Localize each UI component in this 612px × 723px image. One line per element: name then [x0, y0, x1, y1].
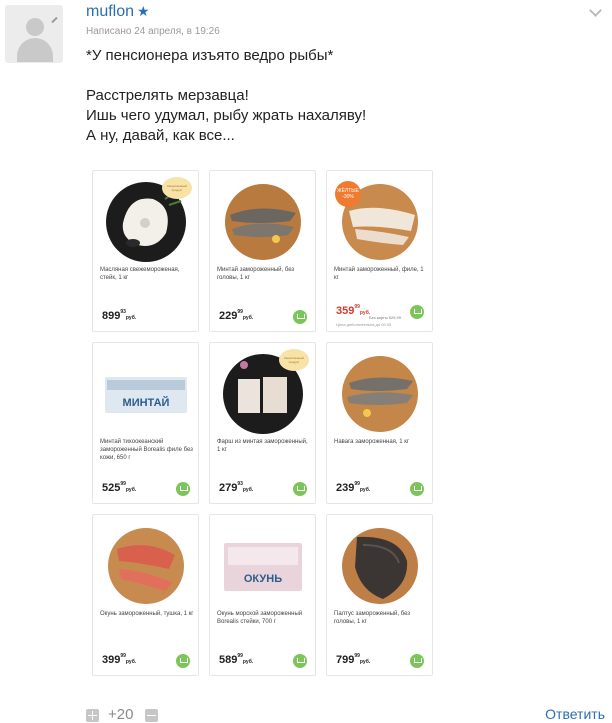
product-card: Минтай замороженный, без головы, 1 кг 22… — [209, 170, 316, 332]
attached-image-product-grid[interactable]: Качественный продукт Масляная свежеморож… — [92, 170, 438, 680]
upvote-button[interactable] — [86, 709, 99, 722]
product-card: Палтус замороженный, без головы, 1 кг 79… — [326, 514, 433, 676]
product-card: Качественный продукт Фарш из минтая замо… — [209, 342, 316, 504]
avatar-placeholder-body — [17, 38, 53, 62]
downvote-button[interactable] — [145, 709, 158, 722]
add-to-cart-icon[interactable] — [176, 654, 190, 668]
quality-tag: Качественный продукт — [279, 349, 309, 371]
product-card: Окунь замороженный, тушка, 1 кг 39999руб… — [92, 514, 199, 676]
add-to-cart-icon[interactable] — [410, 305, 424, 319]
product-name: Минтай тихоокеанский замороженный Boreal… — [100, 439, 193, 461]
product-name: Масляная свежемороженая, стейк, 1 кг — [100, 267, 180, 281]
comment-text: *У пенсионера изъято ведро рыбы* Расстре… — [86, 46, 366, 146]
product-price: 27993руб. — [219, 481, 254, 494]
product-price: 23999руб. — [336, 481, 371, 494]
product-name: Навага замороженная, 1 кг — [334, 439, 410, 445]
svg-text:ОКУНЬ: ОКУНЬ — [244, 573, 282, 585]
product-price: 79999руб. — [336, 653, 371, 666]
edit-avatar-icon[interactable] — [51, 16, 58, 24]
author-name[interactable]: muflon — [86, 3, 134, 20]
product-price: 52599руб. — [102, 481, 137, 494]
product-card: ЖЁЛТЫЕ -30% Минтай замороженный, филе, 1 … — [326, 170, 433, 332]
product-card: МИНТАЙ Минтай тихоокеанский замороженный… — [92, 342, 199, 504]
discount-badge: ЖЁЛТЫЕ -30% — [335, 181, 361, 207]
product-card: Навага замороженная, 1 кг 23999руб. — [326, 342, 433, 504]
perch-fish-image — [108, 528, 184, 604]
halibut-fish-image — [342, 528, 418, 604]
product-name: Окунь морской замороженный Borealis стей… — [217, 611, 303, 625]
add-to-cart-icon[interactable] — [293, 482, 307, 496]
comment-score: +20 — [108, 706, 134, 723]
product-price: 58999руб. — [219, 653, 254, 666]
chevron-down-icon[interactable] — [589, 4, 602, 17]
reply-link[interactable]: Ответить — [545, 706, 605, 722]
product-price: 35999руб. — [336, 304, 371, 317]
star-icon: ★ — [137, 3, 150, 19]
perch-package-image: ОКУНЬ — [224, 543, 302, 591]
old-price: Без карты 529,99 — [369, 315, 401, 320]
svg-text:МИНТАЙ: МИНТАЙ — [123, 396, 170, 409]
comment-line: *У пенсионера изъято ведро рыбы* — [86, 47, 334, 64]
product-name: Минтай замороженный, без головы, 1 кг — [217, 267, 295, 281]
comment-line: А ну, давай, как все... — [86, 127, 235, 144]
pollock-package-image: МИНТАЙ — [105, 377, 187, 413]
avatar-placeholder-head — [26, 18, 44, 36]
add-to-cart-icon[interactable] — [410, 482, 424, 496]
product-card: Качественный продукт Масляная свежеморож… — [92, 170, 199, 332]
product-name: Минтай замороженный, филе, 1 кг — [334, 267, 424, 281]
product-name: Палтус замороженный, без головы, 1 кг — [334, 611, 411, 625]
comment-line: Расстрелять мерзавца! — [86, 87, 249, 104]
add-to-cart-icon[interactable] — [293, 310, 307, 324]
price-valid-note: Цена действительна до 00.05 — [336, 322, 392, 327]
navaga-fish-image — [342, 356, 418, 432]
user-avatar[interactable] — [5, 5, 63, 63]
product-name: Окунь замороженный, тушка, 1 кг — [100, 611, 194, 617]
product-price: 39999руб. — [102, 653, 137, 666]
comment-date: Написано 24 апреля, в 19:26 — [86, 26, 220, 37]
add-to-cart-icon[interactable] — [410, 654, 424, 668]
product-card: ОКУНЬ Окунь морской замороженный Boreali… — [209, 514, 316, 676]
quality-tag: Качественный продукт — [162, 177, 192, 199]
comment-author[interactable]: muflon ★ — [86, 3, 150, 21]
product-price: 89993руб. — [102, 309, 137, 322]
comment-line: Ишь чего удумал, рыбу жрать нахаляву! — [86, 107, 367, 124]
pollock-fish-image — [225, 184, 301, 260]
add-to-cart-icon[interactable] — [176, 482, 190, 496]
product-price: 22999руб. — [219, 309, 254, 322]
product-name: Фарш из минтая замороженный, 1 кг — [217, 439, 308, 453]
add-to-cart-icon[interactable] — [293, 654, 307, 668]
